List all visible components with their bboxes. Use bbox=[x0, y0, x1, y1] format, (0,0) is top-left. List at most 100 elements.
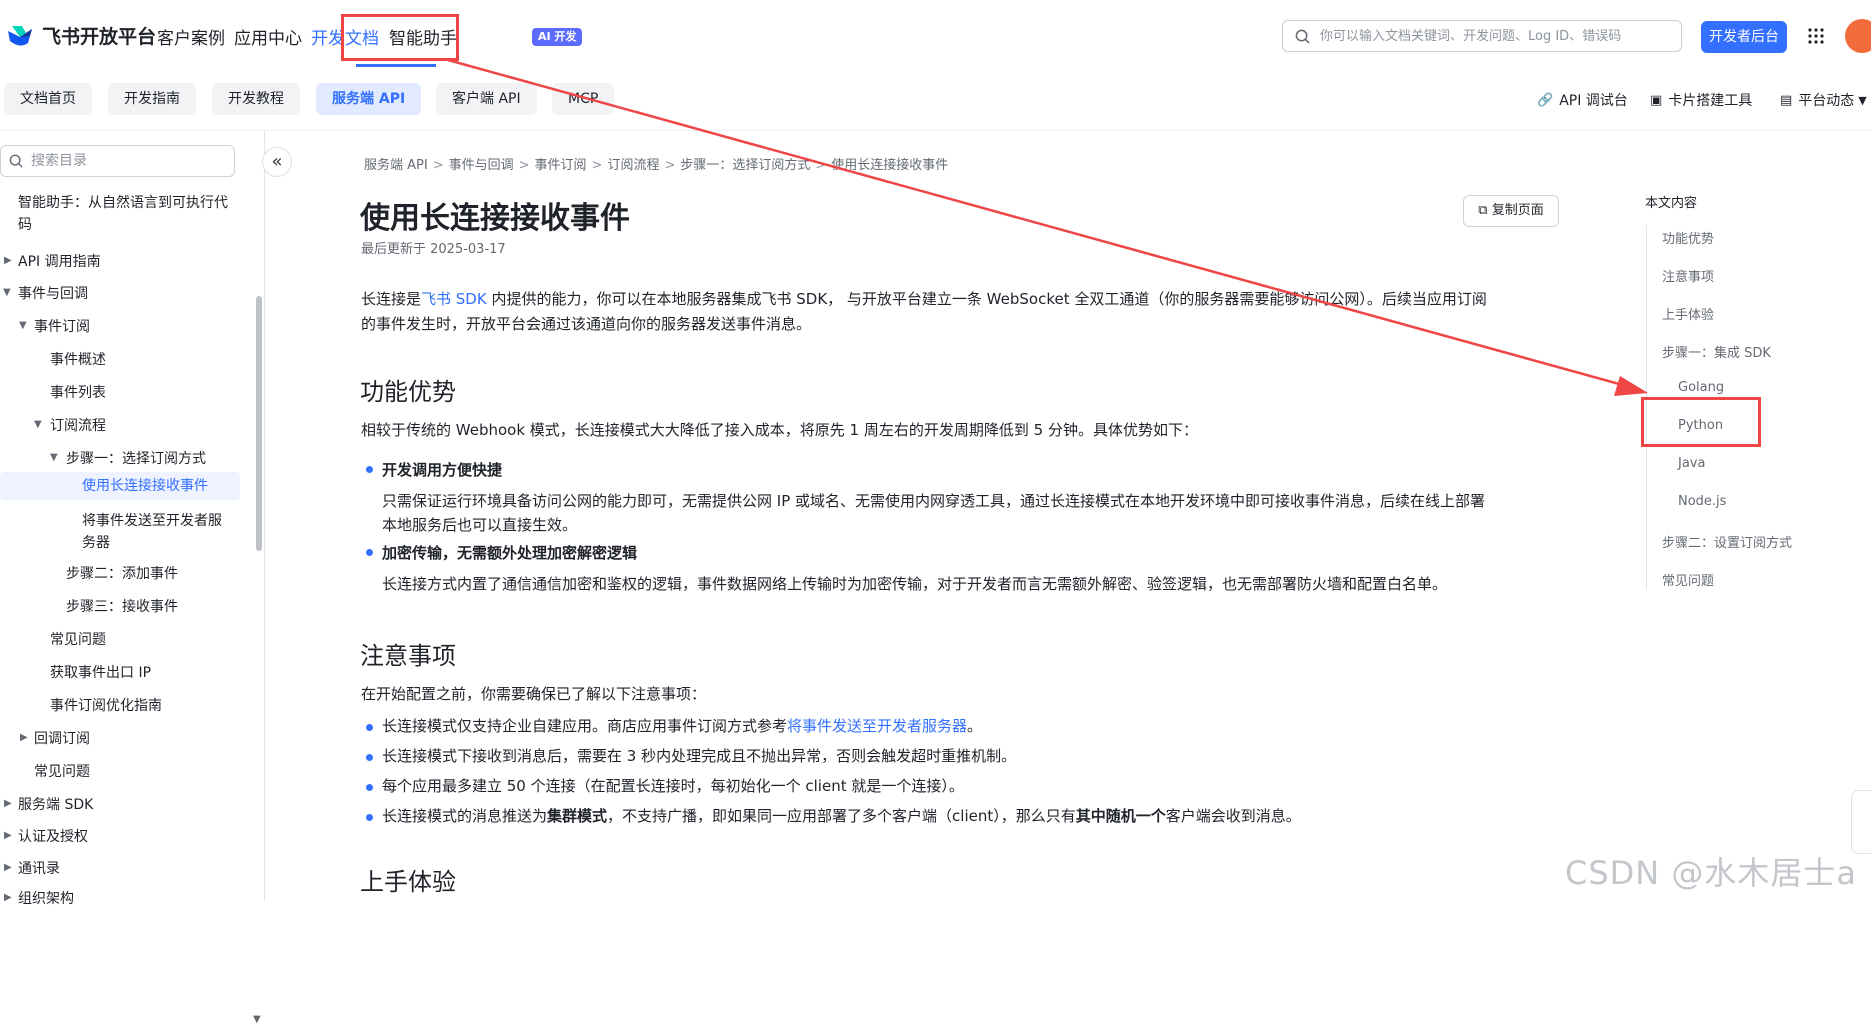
tab-docs-home[interactable]: 文档首页 bbox=[4, 83, 92, 115]
toc-title: 本文内容 bbox=[1645, 196, 1698, 211]
chevron-down-icon: ▼ bbox=[1858, 93, 1867, 107]
sidebar-item-event-list[interactable]: 事件列表 bbox=[50, 383, 106, 403]
floating-side-tab[interactable] bbox=[1851, 790, 1871, 854]
doc-search-box[interactable] bbox=[1282, 20, 1682, 52]
user-avatar[interactable] bbox=[1845, 19, 1871, 53]
toc-item[interactable]: 功能优势 bbox=[1662, 228, 1714, 247]
copy-page-label: 复制页面 bbox=[1491, 203, 1544, 218]
sidebar-item-server-sdk[interactable]: 服务端 SDK bbox=[18, 795, 93, 815]
tab-client-api[interactable]: 客户端 API bbox=[436, 83, 537, 115]
nav-assistant[interactable]: 智能助手 bbox=[389, 24, 457, 49]
toc-item[interactable]: 注意事项 bbox=[1662, 266, 1714, 285]
note-text: 长连接模式仅支持企业自建应用。商店应用事件订阅方式参考 bbox=[382, 717, 788, 735]
intro-text: 长连接是 bbox=[361, 290, 422, 308]
toc-item[interactable]: 上手体验 bbox=[1662, 304, 1714, 323]
caret-right-icon[interactable]: ▶ bbox=[20, 732, 28, 743]
toc-item[interactable]: Golang bbox=[1678, 380, 1724, 395]
api-explorer-link[interactable]: 🔗 API 调试台 bbox=[1537, 90, 1628, 110]
ai-dev-badge[interactable]: AI 开发 bbox=[532, 28, 583, 46]
caret-right-icon[interactable]: ▶ bbox=[4, 798, 12, 809]
sidebar-item-send-to-server-cont[interactable]: 务器 bbox=[82, 533, 110, 553]
toc-item[interactable]: 步骤二：设置订阅方式 bbox=[1662, 532, 1792, 551]
caret-down-icon[interactable]: ▼ bbox=[19, 320, 27, 331]
scroll-down-icon[interactable]: ▼ bbox=[253, 1014, 261, 1025]
sidebar-item-auth[interactable]: 认证及授权 bbox=[18, 827, 88, 847]
caret-right-icon[interactable]: ▶ bbox=[4, 892, 12, 903]
breadcrumb-separator: > bbox=[432, 158, 444, 173]
sidebar-item-assistant[interactable]: 智能助手：从自然语言到可执行代 bbox=[18, 193, 228, 213]
caret-down-icon[interactable]: ▼ bbox=[34, 419, 42, 430]
brand-logo[interactable]: 飞书开放平台 bbox=[6, 22, 156, 49]
catalog-search-input[interactable] bbox=[29, 152, 213, 170]
doc-search-input[interactable] bbox=[1318, 27, 1662, 45]
sidebar-item-faq[interactable]: 常见问题 bbox=[50, 630, 106, 650]
tab-dev-tutorial[interactable]: 开发教程 bbox=[212, 83, 300, 115]
copy-page-button[interactable]: ⧉ 复制页面 bbox=[1463, 195, 1559, 227]
sidebar-item-event-subscription[interactable]: 事件订阅 bbox=[34, 317, 90, 337]
doc-sidebar: 智能助手：从自然语言到可执行代 码 ▶ API 调用指南 ▼ 事件与回调 ▼ 事… bbox=[0, 131, 265, 1025]
sidebar-item-step3[interactable]: 步骤三：接收事件 bbox=[66, 597, 178, 617]
advantage-text-line: 只需保证运行环境具备访问公网的能力即可，无需提供公网 IP 或域名、无需使用内网… bbox=[382, 492, 1486, 510]
sidebar-item-org[interactable]: 组织架构 bbox=[18, 889, 74, 909]
platform-news-dropdown[interactable]: ▤ 平台动态 ▼ bbox=[1780, 90, 1867, 110]
caret-down-icon[interactable]: ▼ bbox=[3, 287, 11, 298]
breadcrumb-separator: > bbox=[664, 158, 676, 173]
toc-rail bbox=[1646, 225, 1647, 590]
caret-down-icon[interactable]: ▼ bbox=[50, 452, 58, 463]
feishu-sdk-link[interactable]: 飞书 SDK bbox=[421, 290, 487, 308]
sidebar-item-event-overview[interactable]: 事件概述 bbox=[50, 350, 106, 370]
collapse-sidebar-button[interactable]: « bbox=[262, 147, 292, 177]
breadcrumb-current: 使用长连接接收事件 bbox=[831, 158, 949, 173]
toc-item[interactable]: 步骤一：集成 SDK bbox=[1662, 342, 1771, 361]
platform-news-label: 平台动态 bbox=[1798, 93, 1855, 109]
toc-item[interactable]: 常见问题 bbox=[1662, 570, 1714, 589]
bullet-dot bbox=[366, 784, 373, 791]
sidebar-item-api-guide[interactable]: API 调用指南 bbox=[18, 252, 101, 272]
sidebar-item-step2[interactable]: 步骤二：添加事件 bbox=[66, 564, 178, 584]
sidebar-item-step1[interactable]: 步骤一：选择订阅方式 bbox=[66, 449, 206, 469]
sidebar-item-egress-ip[interactable]: 获取事件出口 IP bbox=[50, 663, 151, 683]
doc-category-bar: 文档首页 开发指南 开发教程 服务端 API 客户端 API MCP 🔗 API… bbox=[0, 68, 1871, 131]
breadcrumb-item[interactable]: 事件订阅 bbox=[535, 158, 587, 173]
caret-right-icon[interactable]: ▶ bbox=[4, 830, 12, 841]
sidebar-item-faq-2[interactable]: 常见问题 bbox=[34, 762, 90, 782]
send-to-server-link[interactable]: 将事件发送至开发者服务器 bbox=[787, 717, 967, 735]
caret-right-icon[interactable]: ▶ bbox=[4, 862, 12, 873]
sidebar-item-assistant-cont[interactable]: 码 bbox=[18, 215, 32, 235]
tab-dev-guide[interactable]: 开发指南 bbox=[108, 83, 196, 115]
card-builder-link[interactable]: ▣ 卡片搭建工具 bbox=[1650, 90, 1752, 110]
toc-item[interactable]: Node.js bbox=[1678, 494, 1726, 509]
catalog-search-box[interactable] bbox=[0, 145, 235, 177]
note-item: 长连接模式下接收到消息后，需要在 3 秒内处理完成且不抛出异常，否则会触发超时重… bbox=[382, 747, 1017, 765]
search-icon bbox=[1295, 29, 1310, 44]
breadcrumb-item[interactable]: 服务端 API bbox=[364, 158, 428, 173]
toc-item[interactable]: Java bbox=[1678, 456, 1705, 471]
toc-item-python[interactable]: Python bbox=[1678, 418, 1723, 433]
note-item: 每个应用最多建立 50 个连接（在配置长连接时，每初始化一个 client 就是… bbox=[382, 777, 964, 795]
nav-dev-docs[interactable]: 开发文档 bbox=[311, 24, 379, 49]
note-item: 长连接模式的消息推送为集群模式，不支持广播，即如果同一应用部署了多个客户端（cl… bbox=[382, 804, 1562, 828]
copy-icon: ⧉ bbox=[1478, 203, 1488, 218]
breadcrumb-item[interactable]: 事件与回调 bbox=[449, 158, 514, 173]
breadcrumb-item[interactable]: 订阅流程 bbox=[607, 158, 659, 173]
bullet-dot bbox=[366, 814, 373, 821]
tab-mcp[interactable]: MCP bbox=[552, 83, 615, 115]
sidebar-item-send-to-server[interactable]: 将事件发送至开发者服 bbox=[82, 511, 222, 531]
sidebar-item-subscription-flow[interactable]: 订阅流程 bbox=[50, 416, 106, 436]
sidebar-item-long-connection[interactable]: 使用长连接接收事件 bbox=[0, 472, 240, 500]
sidebar-scrollbar[interactable] bbox=[256, 296, 262, 551]
sidebar-item-events-callbacks[interactable]: 事件与回调 bbox=[18, 284, 88, 304]
nav-app-center[interactable]: 应用中心 bbox=[234, 24, 302, 49]
breadcrumb-item[interactable]: 步骤一：选择订阅方式 bbox=[680, 158, 810, 173]
apps-grid-icon[interactable] bbox=[1807, 27, 1825, 45]
advantage-title: 开发调用方便快捷 bbox=[382, 461, 503, 479]
sidebar-item-callback-subscription[interactable]: 回调订阅 bbox=[34, 729, 90, 749]
sidebar-item-optimization[interactable]: 事件订阅优化指南 bbox=[50, 696, 162, 716]
advantages-intro: 相较于传统的 Webhook 模式，长连接模式大大降低了接入成本，将原先 1 周… bbox=[361, 421, 1198, 439]
nav-customer-cases[interactable]: 客户案例 bbox=[157, 24, 225, 49]
caret-right-icon[interactable]: ▶ bbox=[4, 255, 12, 266]
developer-console-button[interactable]: 开发者后台 bbox=[1701, 21, 1787, 53]
tab-server-api[interactable]: 服务端 API bbox=[316, 83, 422, 115]
sidebar-item-contacts[interactable]: 通讯录 bbox=[18, 859, 60, 879]
notes-intro: 在开始配置之前，你需要确保已了解以下注意事项： bbox=[361, 685, 707, 703]
